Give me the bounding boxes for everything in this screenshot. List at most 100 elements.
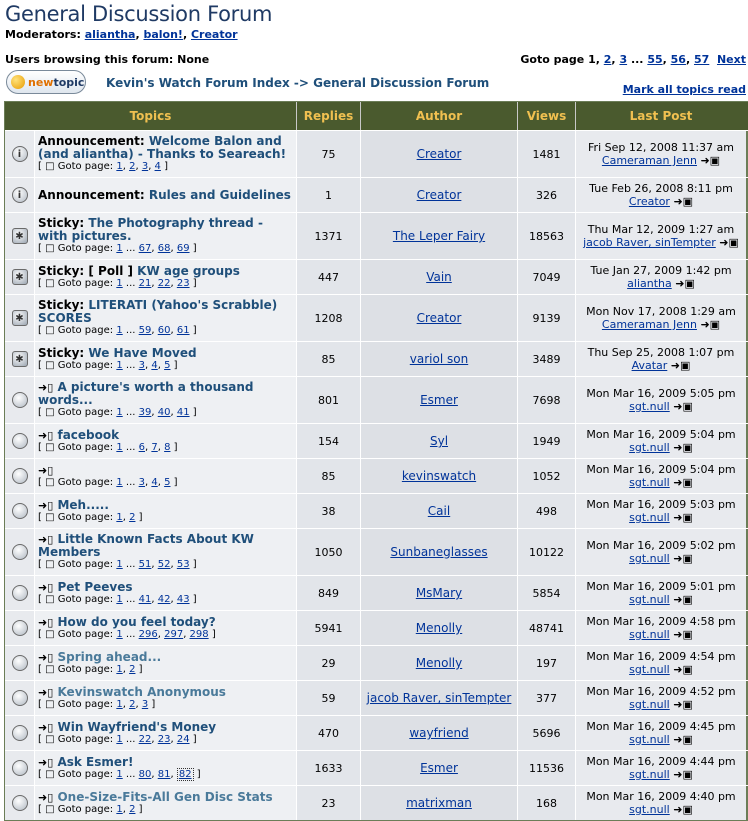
view-latest-post-icon[interactable]: ➜▣ xyxy=(673,803,693,816)
topic-page-link[interactable]: 4 xyxy=(155,161,161,172)
topic-page-link[interactable]: 42 xyxy=(158,594,171,605)
author-link[interactable]: Creator xyxy=(417,311,462,325)
moderator-link[interactable]: Creator xyxy=(191,28,238,41)
topic-title-link[interactable]: Pet Peeves xyxy=(57,580,132,594)
newest-post-icon[interactable]: ➜▯ xyxy=(38,464,53,477)
topic-page-link[interactable]: 2 xyxy=(129,512,135,523)
last-post-user-link[interactable]: Creator xyxy=(629,195,670,208)
topic-page-link[interactable]: 80 xyxy=(139,769,152,780)
view-latest-post-icon[interactable]: ➜▣ xyxy=(673,628,693,641)
author-link[interactable]: jacob Raver, sinTempter xyxy=(367,691,512,705)
topic-page-link[interactable]: 1 xyxy=(116,477,122,488)
last-post-user-link[interactable]: aliantha xyxy=(627,277,672,290)
topic-page-link[interactable]: 1 xyxy=(116,442,122,453)
topic-title-link[interactable]: Win Wayfriend's Money xyxy=(57,720,216,734)
topic-page-link[interactable]: 53 xyxy=(177,559,190,570)
topic-page-link[interactable]: 1 xyxy=(116,161,122,172)
topic-page-link[interactable]: 22 xyxy=(158,278,171,289)
topic-page-link[interactable]: 81 xyxy=(158,769,171,780)
newest-post-icon[interactable]: ➜▯ xyxy=(38,616,53,629)
topic-page-link[interactable]: 1 xyxy=(116,594,122,605)
topic-title-link[interactable]: Kevinswatch Anonymous xyxy=(57,685,225,699)
author-link[interactable]: Menolly xyxy=(416,621,462,635)
topic-page-link[interactable]: 5 xyxy=(164,477,170,488)
topic-page-link[interactable]: 1 xyxy=(116,243,122,254)
author-link[interactable]: Vain xyxy=(426,270,452,284)
author-link[interactable]: Creator xyxy=(417,147,462,161)
topic-page-link[interactable]: 1 xyxy=(116,629,122,640)
view-latest-post-icon[interactable]: ➜▣ xyxy=(673,400,693,413)
topic-page-link[interactable]: 5 xyxy=(164,360,170,371)
topic-title-link[interactable]: Little Known Facts About KW Members xyxy=(38,532,254,559)
topic-title-link[interactable]: How do you feel today? xyxy=(57,615,215,629)
topic-page-link[interactable]: 2 xyxy=(129,804,135,815)
goto-page-link[interactable]: 55 xyxy=(647,53,662,66)
author-link[interactable]: Esmer xyxy=(420,393,458,407)
newest-post-icon[interactable]: ➜▯ xyxy=(38,791,53,804)
topic-title-link[interactable]: We Have Moved xyxy=(88,346,196,360)
topic-page-link[interactable]: 2 xyxy=(129,699,135,710)
newest-post-icon[interactable]: ➜▯ xyxy=(38,686,53,699)
topic-page-link[interactable]: 1 xyxy=(116,699,122,710)
view-latest-post-icon[interactable]: ➜▣ xyxy=(673,511,693,524)
view-latest-post-icon[interactable]: ➜▣ xyxy=(673,768,693,781)
topic-page-link[interactable]: 1 xyxy=(116,734,122,745)
topic-page-link[interactable]: 41 xyxy=(139,594,152,605)
topic-page-link[interactable]: 21 xyxy=(139,278,152,289)
topic-page-link[interactable]: 60 xyxy=(158,325,171,336)
newest-post-icon[interactable]: ➜▯ xyxy=(38,499,53,512)
goto-page-link[interactable]: 2 xyxy=(604,53,612,66)
topic-page-link[interactable]: 23 xyxy=(158,734,171,745)
newest-post-icon[interactable]: ➜▯ xyxy=(38,651,53,664)
topic-page-link[interactable]: 51 xyxy=(139,559,152,570)
author-link[interactable]: variol son xyxy=(410,352,468,366)
author-link[interactable]: wayfriend xyxy=(409,726,468,740)
breadcrumb[interactable]: Kevin's Watch Forum Index -> General Dis… xyxy=(106,76,489,90)
author-link[interactable]: Syl xyxy=(430,434,448,448)
topic-page-link[interactable]: 61 xyxy=(177,325,190,336)
topic-page-link[interactable]: 1 xyxy=(116,559,122,570)
author-link[interactable]: Sunbaneglasses xyxy=(390,545,487,559)
last-post-user-link[interactable]: Avatar xyxy=(632,359,668,372)
view-latest-post-icon[interactable]: ➜▣ xyxy=(673,195,693,208)
view-latest-post-icon[interactable]: ➜▣ xyxy=(673,441,693,454)
topic-page-link[interactable]: 1 xyxy=(116,325,122,336)
topic-page-link[interactable]: 1 xyxy=(116,664,122,675)
topic-page-link[interactable]: 3 xyxy=(142,699,148,710)
last-post-user-link[interactable]: sgt.null xyxy=(629,400,670,413)
view-latest-post-icon[interactable]: ➜▣ xyxy=(673,552,693,565)
last-post-user-link[interactable]: jacob Raver, sinTempter xyxy=(583,236,716,249)
topic-page-link[interactable]: 4 xyxy=(151,477,157,488)
view-latest-post-icon[interactable]: ➜▣ xyxy=(700,154,720,167)
goto-page-link[interactable]: 57 xyxy=(694,53,709,66)
new-topic-button[interactable]: new topic xyxy=(6,70,86,94)
topic-page-link[interactable]: 1 xyxy=(116,804,122,815)
topic-page-link[interactable]: 39 xyxy=(139,407,152,418)
topic-page-link[interactable]: 1 xyxy=(116,769,122,780)
last-post-user-link[interactable]: sgt.null xyxy=(629,733,670,746)
topic-page-link[interactable]: 296 xyxy=(139,629,158,640)
last-post-user-link[interactable]: Cameraman Jenn xyxy=(602,318,697,331)
topic-page-link[interactable]: 2 xyxy=(129,664,135,675)
view-latest-post-icon[interactable]: ➜▣ xyxy=(673,698,693,711)
last-post-user-link[interactable]: sgt.null xyxy=(629,552,670,565)
topic-title-link[interactable]: A picture's worth a thousand words... xyxy=(38,380,254,407)
topic-page-link[interactable]: 6 xyxy=(139,442,145,453)
topic-title-link[interactable]: One-Size-Fits-All Gen Disc Stats xyxy=(57,790,272,804)
view-latest-post-icon[interactable]: ➜▣ xyxy=(675,277,695,290)
last-post-user-link[interactable]: sgt.null xyxy=(629,768,670,781)
topic-page-link[interactable]: 7 xyxy=(151,442,157,453)
author-link[interactable]: Menolly xyxy=(416,656,462,670)
topic-page-link[interactable]: 59 xyxy=(139,325,152,336)
view-latest-post-icon[interactable]: ➜▣ xyxy=(671,359,691,372)
view-latest-post-icon[interactable]: ➜▣ xyxy=(719,236,739,249)
topic-title-link[interactable]: Rules and Guidelines xyxy=(149,188,291,202)
topic-page-link[interactable]: 43 xyxy=(177,594,190,605)
last-post-user-link[interactable]: sgt.null xyxy=(629,476,670,489)
author-link[interactable]: Cail xyxy=(428,504,450,518)
topic-page-link[interactable]: 23 xyxy=(177,278,190,289)
topic-page-link[interactable]: 297 xyxy=(164,629,183,640)
topic-page-link[interactable]: 298 xyxy=(190,629,209,640)
topic-page-link[interactable]: 68 xyxy=(158,243,171,254)
topic-page-link[interactable]: 82 xyxy=(176,767,194,781)
